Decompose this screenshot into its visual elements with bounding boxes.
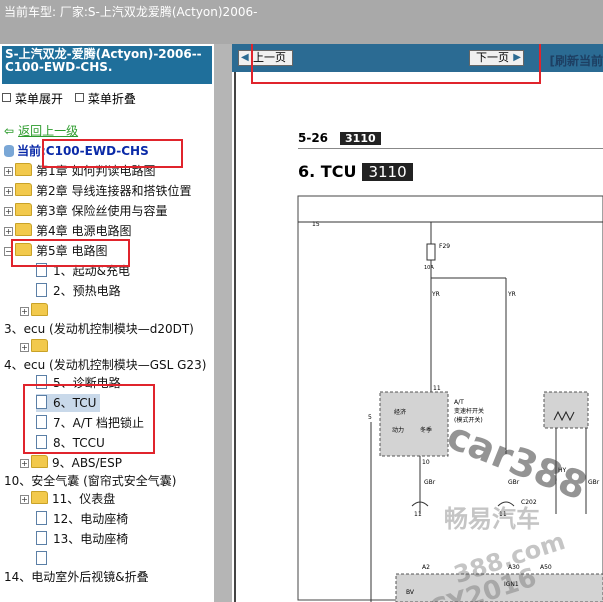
tree-item-ecu-gsl[interactable]: 4、ecu (发动机控制模块—GSL G23) [4,356,206,374]
tree-item-ch2[interactable]: + 第2章 导线连接器和搭铁位置 [4,182,191,200]
menu-ops: 菜单展开 菜单折叠 [2,90,144,107]
folder-icon [31,339,48,352]
tree-item-airbag[interactable]: 10、安全气囊 (窗帘式安全气囊) [4,472,176,490]
tree-item-empty-doc[interactable] [36,550,53,568]
page-number: 5-26 3110 [298,131,381,145]
expand-toggle-icon[interactable]: + [4,167,13,176]
diagram-label: 15 [312,221,320,228]
tree-item-cluster[interactable]: +11、仪表盘 [20,490,115,508]
tree-item-power-seat-1[interactable]: 12、电动座椅 [36,510,128,528]
diagram-label: 5 [368,414,372,421]
expand-all-button[interactable]: 菜单展开 [2,92,63,106]
folder-icon [31,491,48,504]
tree-item-preheat[interactable]: 2、预热电路 [36,282,121,300]
folder-icon [31,455,48,468]
diagram-label: 10A [424,265,434,271]
watermark-text: 畅易汽车 [444,505,540,533]
tree-item-ch4[interactable]: + 第4章 电源电路图 [4,222,131,240]
page-rule [298,148,603,149]
fuse-symbol [426,243,436,261]
diagram-label: F29 [439,243,450,250]
back-arrow-icon: ⇦ [4,124,15,138]
window-title-bar: 当前车型: 厂家:S-上汽双龙爱腾(Actyon)2006- [0,0,603,44]
expand-toggle-icon[interactable]: + [20,343,29,352]
tree-item-ecu-d20dt[interactable]: 3、ecu (发动机控制模块—d20DT) [4,320,194,338]
database-icon [4,145,14,157]
diagram-label: 经济 [394,408,406,416]
diagram-label: YR [431,291,440,298]
page-border [234,72,236,602]
tree-item-empty-folder[interactable]: + [20,302,52,320]
expand-toggle-icon[interactable]: + [20,495,29,504]
highlight-tcu-items [23,384,155,454]
folder-icon [15,183,32,196]
tree-item-mirror[interactable]: 14、电动室外后视镜&折叠 [4,568,149,586]
folder-icon [15,203,32,216]
folder-icon [31,303,48,316]
diagram-label: 11 [433,385,441,392]
document-icon [36,531,47,545]
diagram-label: YR [507,291,516,298]
diagram-label: 10 [422,459,430,466]
sensor-box [543,391,589,429]
diagram-label: A50 [540,564,552,571]
collapse-icon [74,93,84,102]
folder-icon [15,223,32,236]
folder-icon [15,163,32,176]
document-viewer: ◀ 上一页 下一页 ▶ [刷新当前 5-26 3110 6. TCU 3110 15 F… [232,44,603,602]
diagram-label: A2 [422,564,430,571]
mode-switch-box [379,391,449,457]
vehicle-header: S-上汽双龙-爱腾(Actyon)-2006-- C100-EWD-CHS. [2,46,212,84]
document-icon [36,511,47,525]
expand-toggle-icon[interactable]: + [20,459,29,468]
tree-item-empty-folder[interactable]: + [20,338,52,356]
diagram-label: GBr [588,479,600,486]
expand-toggle-icon[interactable]: + [4,227,13,236]
back-link[interactable]: ⇦ 返回上一级 [4,122,78,140]
highlight-current [42,139,183,168]
page-heading: 6. TCU 3110 [298,162,413,181]
document-icon [36,551,47,565]
tree-item-power-seat-2[interactable]: 13、电动座椅 [36,530,128,548]
window-title: 当前车型: 厂家:S-上汽双龙爱腾(Actyon)2006- [4,5,258,19]
left-arrow-icon: ◀ [241,52,249,63]
diagram-label: BV [406,589,415,596]
document-icon [36,283,47,297]
collapse-all-button[interactable]: 菜单折叠 [74,92,136,106]
tree-item-abs-esp[interactable]: +9、ABS/ESP [20,454,122,472]
expand-icon [2,93,11,102]
diagram-label: GBr [424,479,436,486]
expand-toggle-icon[interactable]: + [4,207,13,216]
pane-splitter[interactable] [214,44,232,602]
highlight-chapter5 [11,239,130,267]
diagram-label: 11 [414,511,422,518]
expand-toggle-icon[interactable]: + [4,187,13,196]
highlight-nav [251,44,541,84]
expand-toggle-icon[interactable]: + [20,307,29,316]
left-pane: S-上汽双龙-爱腾(Actyon)-2006-- C100-EWD-CHS. 菜… [0,44,214,602]
diagram-label: 动力 [392,426,404,434]
refresh-current-link[interactable]: [刷新当前 [550,52,603,69]
diagram-label: 冬季 [420,426,432,434]
tree-item-ch3[interactable]: + 第3章 保险丝使用与容量 [4,202,167,220]
diagram-label: A/T [454,399,464,406]
